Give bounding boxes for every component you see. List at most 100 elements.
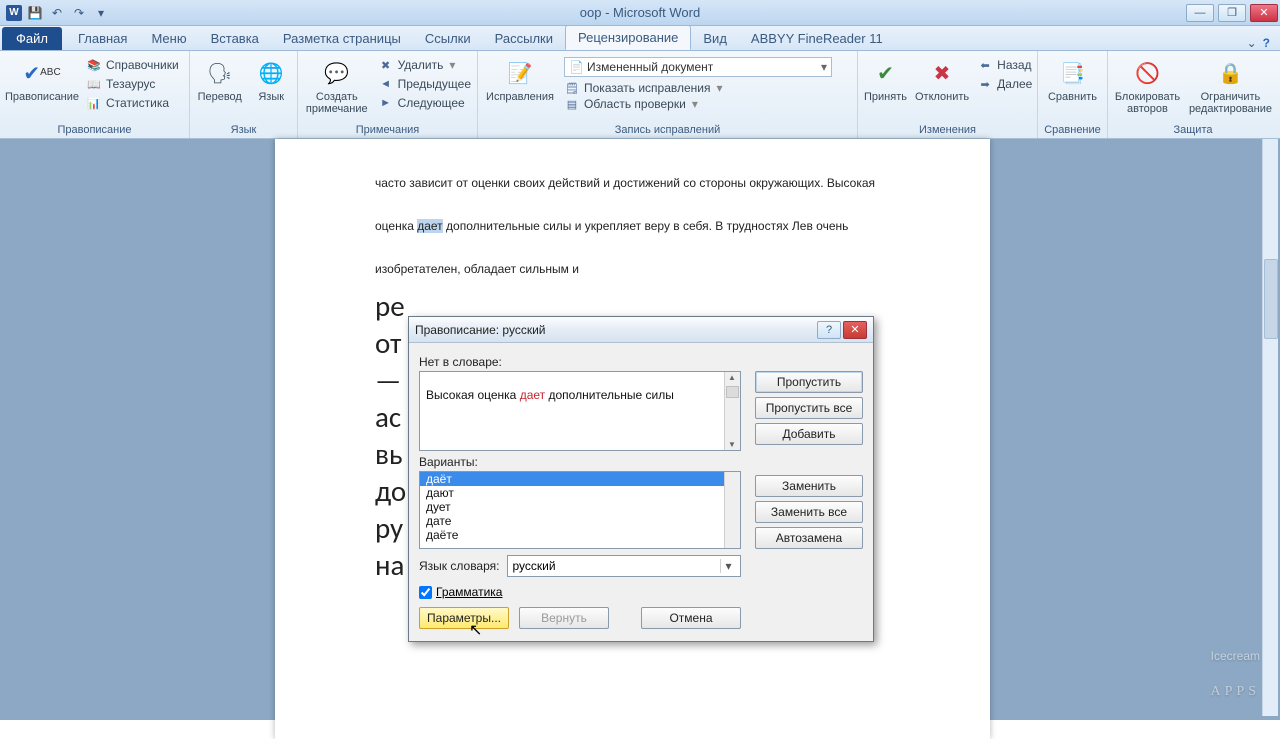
forward-icon: ➡ bbox=[977, 76, 993, 92]
dict-language-select[interactable]: русский▾ bbox=[507, 555, 741, 577]
spelling-dialog: Правописание: русский ? ✕ Нет в словаре:… bbox=[408, 316, 874, 642]
next-comment-button[interactable]: ►Следующее bbox=[378, 95, 471, 111]
group-protect-label: Защита bbox=[1114, 122, 1272, 138]
title-bar: W 💾 ↶ ↷ ▾ оор - Microsoft Word — ❐ ✕ bbox=[0, 0, 1280, 26]
list-item[interactable]: даёт bbox=[420, 472, 740, 486]
error-word: дает bbox=[520, 388, 545, 402]
ribbon-minimize-icon[interactable]: ⌄ bbox=[1247, 36, 1257, 50]
textbox-scrollbar[interactable] bbox=[724, 372, 740, 450]
save-icon[interactable]: 💾 bbox=[26, 4, 44, 22]
ignore-all-button[interactable]: Пропустить все bbox=[755, 397, 863, 419]
dialog-title-text: Правописание: русский bbox=[415, 323, 546, 337]
track-changes-button[interactable]: 📝Исправления bbox=[484, 53, 556, 103]
block-icon: 🚫 bbox=[1131, 57, 1163, 89]
compare-button[interactable]: 📑Сравнить bbox=[1044, 53, 1101, 103]
spelling-button[interactable]: ✔ABC Правописание bbox=[6, 53, 78, 103]
help-icon[interactable]: ? bbox=[1263, 36, 1270, 50]
research-button[interactable]: 📚Справочники bbox=[86, 57, 179, 73]
tab-page-layout[interactable]: Разметка страницы bbox=[271, 27, 413, 50]
prev-comment-button[interactable]: ◄Предыдущее bbox=[378, 76, 471, 92]
thesaurus-button[interactable]: 📖Тезаурус bbox=[86, 76, 179, 92]
tab-insert[interactable]: Вставка bbox=[199, 27, 271, 50]
word-app-icon: W bbox=[6, 5, 22, 21]
ignore-button[interactable]: Пропустить bbox=[755, 371, 863, 393]
suggestions-label: Варианты: bbox=[419, 455, 741, 469]
next-icon: ► bbox=[378, 95, 394, 111]
tab-finereader[interactable]: ABBYY FineReader 11 bbox=[739, 27, 895, 50]
list-item[interactable]: дают bbox=[420, 486, 740, 500]
listbox-scrollbar[interactable] bbox=[724, 472, 740, 548]
next-change-button[interactable]: ➡Далее bbox=[977, 76, 1032, 92]
add-to-dictionary-button[interactable]: Добавить bbox=[755, 423, 863, 445]
group-comments-label: Примечания bbox=[304, 122, 471, 138]
language-button[interactable]: 🌐Язык bbox=[251, 53, 291, 103]
delete-icon: ✖ bbox=[378, 57, 394, 73]
list-item[interactable]: даёте bbox=[420, 528, 740, 542]
change-button[interactable]: Заменить bbox=[755, 475, 863, 497]
undo-icon[interactable]: ↶ bbox=[48, 4, 66, 22]
group-tracking-label: Запись исправлений bbox=[484, 122, 851, 138]
tab-references[interactable]: Ссылки bbox=[413, 27, 483, 50]
tab-file[interactable]: Файл bbox=[2, 27, 62, 50]
group-compare-label: Сравнение bbox=[1044, 122, 1101, 138]
tab-view[interactable]: Вид bbox=[691, 27, 739, 50]
pane-icon: ▤ bbox=[564, 96, 580, 112]
dict-language-label: Язык словаря: bbox=[419, 559, 499, 573]
show-markup-button[interactable]: 🗒Показать исправления▾ bbox=[564, 80, 832, 96]
globe-icon: 🌐 bbox=[255, 57, 287, 89]
grammar-checkbox[interactable]: Грамматика bbox=[419, 585, 741, 599]
group-proofing-label: Правописание bbox=[6, 122, 183, 138]
minimize-button[interactable]: — bbox=[1186, 4, 1214, 22]
suggestions-listbox[interactable]: даёт дают дует дате даёте bbox=[419, 471, 741, 549]
change-all-button[interactable]: Заменить все bbox=[755, 501, 863, 523]
word-count-button[interactable]: 📊Статистика bbox=[86, 95, 179, 111]
translate-button[interactable]: 🗣Перевод bbox=[196, 53, 243, 103]
sentence-textbox[interactable]: Высокая оценка дает дополнительные силы bbox=[419, 371, 741, 451]
dialog-close-button[interactable]: ✕ bbox=[843, 321, 867, 339]
grammar-checkbox-input[interactable] bbox=[419, 586, 432, 599]
autocorrect-button[interactable]: Автозамена bbox=[755, 527, 863, 549]
tab-mailings[interactable]: Рассылки bbox=[483, 27, 565, 50]
cancel-button[interactable]: Отмена bbox=[641, 607, 741, 629]
display-for-review-dropdown[interactable]: 📄 Измененный документ▾ bbox=[564, 57, 832, 77]
lock-icon: 🔒 bbox=[1214, 57, 1246, 89]
document-text: часто зависит от оценки своих действий и… bbox=[375, 159, 890, 288]
markup-icon: 🗒 bbox=[564, 80, 580, 96]
block-authors-button[interactable]: 🚫Блокировать авторов bbox=[1114, 53, 1181, 115]
new-comment-button[interactable]: 💬Создать примечание bbox=[304, 53, 370, 115]
ribbon-tabs: Файл Главная Меню Вставка Разметка стран… bbox=[0, 26, 1280, 51]
previous-change-button[interactable]: ⬅Назад bbox=[977, 57, 1032, 73]
list-item[interactable]: дате bbox=[420, 514, 740, 528]
vertical-scrollbar[interactable] bbox=[1262, 139, 1278, 716]
redo-icon[interactable]: ↷ bbox=[70, 4, 88, 22]
reject-icon: ✖ bbox=[926, 57, 958, 89]
stats-icon: 📊 bbox=[86, 95, 102, 111]
group-changes-label: Изменения bbox=[864, 122, 1031, 138]
restrict-editing-button[interactable]: 🔒Ограничить редактирование bbox=[1189, 53, 1272, 115]
qat-customize-icon[interactable]: ▾ bbox=[92, 4, 110, 22]
list-item[interactable]: дует bbox=[420, 500, 740, 514]
options-button[interactable]: Параметры... bbox=[419, 607, 509, 629]
quick-access-toolbar: W 💾 ↶ ↷ ▾ bbox=[0, 4, 116, 22]
chevron-down-icon: ▾ bbox=[720, 559, 736, 573]
maximize-button[interactable]: ❐ bbox=[1218, 4, 1246, 22]
window-title: оор - Microsoft Word bbox=[580, 5, 700, 20]
delete-comment-button[interactable]: ✖Удалить▾ bbox=[378, 57, 471, 73]
accept-icon: ✔ bbox=[869, 57, 901, 89]
compare-icon: 📑 bbox=[1057, 57, 1089, 89]
dialog-titlebar[interactable]: Правописание: русский ? ✕ bbox=[409, 317, 873, 343]
ribbon: ✔ABC Правописание 📚Справочники 📖Тезаурус… bbox=[0, 51, 1280, 139]
thesaurus-icon: 📖 bbox=[86, 76, 102, 92]
dialog-help-button[interactable]: ? bbox=[817, 321, 841, 339]
group-language-label: Язык bbox=[196, 122, 291, 138]
accept-button[interactable]: ✔Принять bbox=[864, 53, 907, 103]
tab-review[interactable]: Рецензирование bbox=[565, 25, 691, 50]
close-button[interactable]: ✕ bbox=[1250, 4, 1278, 22]
scrollbar-thumb[interactable] bbox=[1264, 259, 1278, 339]
not-in-dictionary-label: Нет в словаре: bbox=[419, 355, 741, 369]
doc-icon: 📄 bbox=[569, 60, 584, 74]
reviewing-pane-button[interactable]: ▤Область проверки▾ bbox=[564, 96, 832, 112]
tab-menu[interactable]: Меню bbox=[139, 27, 198, 50]
tab-home[interactable]: Главная bbox=[66, 27, 139, 50]
reject-button[interactable]: ✖Отклонить bbox=[915, 53, 969, 103]
